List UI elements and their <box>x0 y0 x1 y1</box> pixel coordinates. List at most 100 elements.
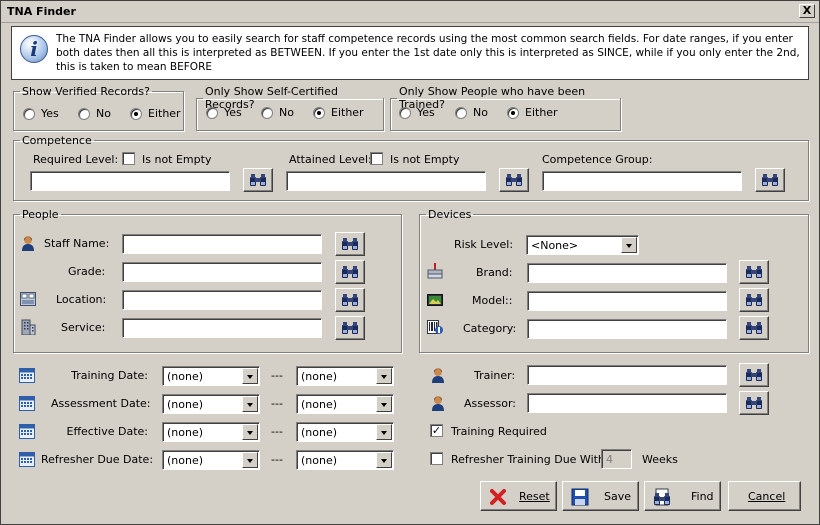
verified-either-label: Either <box>148 107 181 120</box>
info-icon: i <box>20 35 48 63</box>
brand-field[interactable] <box>527 263 727 283</box>
chevron-down-icon[interactable] <box>376 424 392 440</box>
service-field[interactable] <box>122 318 322 338</box>
attained-level-label: Attained Level: <box>289 153 372 166</box>
category-find-button[interactable] <box>739 316 769 340</box>
location-label: Location: <box>56 293 107 306</box>
refresher-within-label: Refresher Training Due Within <box>451 453 615 466</box>
verified-no-radio[interactable] <box>78 108 90 120</box>
training-date-from-select[interactable]: (none) <box>162 366 260 386</box>
trainer-field[interactable] <box>527 365 727 385</box>
calendar-icon <box>19 452 35 467</box>
find-icon <box>654 488 670 506</box>
category-field[interactable] <box>527 319 727 339</box>
find-button[interactable]: Find <box>644 481 721 511</box>
trained-either-radio[interactable] <box>507 107 519 119</box>
attained-level-field[interactable] <box>286 171 486 191</box>
binoculars-icon <box>342 266 358 278</box>
service-find-button[interactable] <box>335 316 365 340</box>
binoculars-icon <box>342 322 358 334</box>
selfcert-no-radio[interactable] <box>261 107 273 119</box>
risk-level-value: <None> <box>531 239 579 252</box>
effective-date-from-select[interactable]: (none) <box>162 422 260 442</box>
calendar-icon <box>19 368 35 383</box>
trained-no-radio[interactable] <box>455 107 467 119</box>
close-button[interactable]: X <box>799 4 815 18</box>
chevron-down-icon[interactable] <box>376 452 392 468</box>
find-label: Find <box>691 490 714 503</box>
binoculars-icon <box>746 322 762 334</box>
training-required-label: Training Required <box>451 425 547 438</box>
service-label: Service: <box>61 321 106 334</box>
required-level-field[interactable] <box>30 171 230 191</box>
binoculars-icon <box>342 238 358 250</box>
grade-find-button[interactable] <box>335 260 365 284</box>
assessment-date-label: Assessment Date: <box>51 397 151 410</box>
weeks-label: Weeks <box>642 453 678 466</box>
training-required-checkbox[interactable]: ✓ <box>430 424 443 437</box>
brand-label: Brand: <box>476 266 513 279</box>
assessment-date-to-select[interactable]: (none) <box>296 394 394 414</box>
cancel-label: Cancel <box>748 490 786 503</box>
chevron-down-icon[interactable] <box>242 368 258 384</box>
grade-field[interactable] <box>122 262 322 282</box>
model-field[interactable] <box>527 291 727 311</box>
chevron-down-icon[interactable] <box>242 396 258 412</box>
trained-yes-label: Yes <box>417 106 435 119</box>
location-find-button[interactable] <box>335 288 365 312</box>
chevron-down-icon[interactable] <box>376 396 392 412</box>
grade-label: Grade: <box>68 265 106 278</box>
assessor-find-button[interactable] <box>739 391 769 415</box>
assessor-field[interactable] <box>527 393 727 413</box>
assessment-date-from-select[interactable]: (none) <box>162 394 260 414</box>
cancel-button[interactable]: Cancel <box>728 481 801 511</box>
chevron-down-icon[interactable] <box>376 368 392 384</box>
competence-group-field[interactable] <box>542 171 742 191</box>
chevron-down-icon[interactable] <box>242 452 258 468</box>
verified-yes-label: Yes <box>41 107 59 120</box>
selfcert-either-radio[interactable] <box>313 107 325 119</box>
location-field[interactable] <box>122 290 322 310</box>
date-range-separator: --- <box>271 453 283 466</box>
chevron-down-icon[interactable] <box>242 424 258 440</box>
training-date-to-select[interactable]: (none) <box>296 366 394 386</box>
refresher-due-date-to-select[interactable]: (none) <box>296 450 394 470</box>
attained-not-empty-checkbox[interactable] <box>370 152 383 165</box>
selfcert-either-label: Either <box>331 106 364 119</box>
chevron-down-icon[interactable] <box>621 237 637 253</box>
selfcert-yes-radio[interactable] <box>206 107 218 119</box>
refresher-due-date-label: Refresher Due Date: <box>41 453 154 466</box>
location-icon <box>20 292 36 306</box>
verified-yes-radio[interactable] <box>23 108 35 120</box>
staff-name-find-button[interactable] <box>335 232 365 256</box>
refresher-weeks-field[interactable]: 4 <box>601 449 632 469</box>
binoculars-icon <box>250 174 266 186</box>
person-icon <box>22 236 34 251</box>
verified-either-radio[interactable] <box>130 108 142 120</box>
required-level-find-button[interactable] <box>243 168 273 192</box>
verified-no-label: No <box>96 107 111 120</box>
trained-yes-radio[interactable] <box>399 107 411 119</box>
date-range-separator: --- <box>271 397 283 410</box>
category-label: Category: <box>463 322 517 335</box>
trained-either-label: Either <box>525 106 558 119</box>
effective-date-to-select[interactable]: (none) <box>296 422 394 442</box>
staff-name-field[interactable] <box>122 234 322 254</box>
risk-level-label: Risk Level: <box>454 238 514 251</box>
required-level-label: Required Level: <box>33 153 119 166</box>
refresher-within-checkbox[interactable] <box>430 452 443 465</box>
model-find-button[interactable] <box>739 288 769 312</box>
risk-level-select[interactable]: <None> <box>526 235 639 255</box>
binoculars-icon <box>762 174 778 186</box>
person-icon <box>432 368 444 383</box>
required-not-empty-checkbox[interactable] <box>122 152 135 165</box>
required-not-empty-label: Is not Empty <box>142 153 212 166</box>
save-button[interactable]: Save <box>562 481 639 511</box>
refresher-due-date-from-select[interactable]: (none) <box>162 450 260 470</box>
trainer-find-button[interactable] <box>739 363 769 387</box>
competence-group-find-button[interactable] <box>755 168 785 192</box>
attained-level-find-button[interactable] <box>499 168 529 192</box>
reset-button[interactable]: Reset <box>480 481 557 511</box>
brand-find-button[interactable] <box>739 260 769 284</box>
building-icon <box>21 319 36 335</box>
